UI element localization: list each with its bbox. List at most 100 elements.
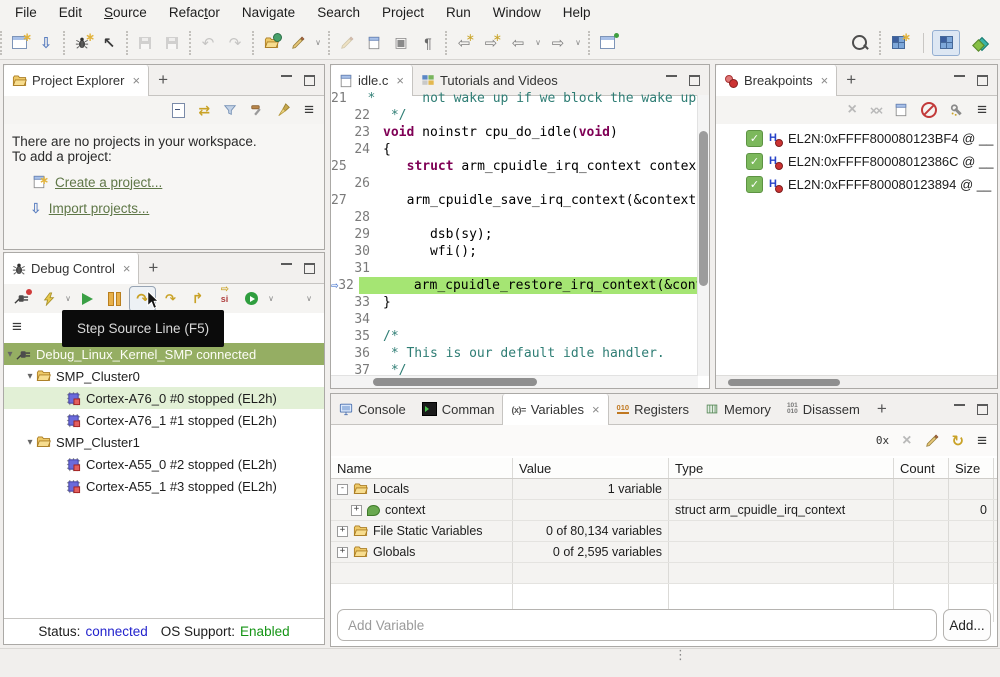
tab-comman[interactable]: Comman (414, 394, 503, 424)
code-line[interactable]: 26 (331, 175, 698, 192)
search-icon[interactable] (847, 31, 871, 55)
toggle-stepping-mode-icon[interactable]: si (212, 287, 237, 311)
table-row[interactable]: +contextstruct arm_cpuidle_irq_context0 (331, 500, 997, 521)
core-row[interactable]: Cortex-A55_0 #2 stopped (EL2h) (4, 453, 324, 475)
expander-icon[interactable]: - (337, 484, 348, 495)
code-line[interactable]: 22 */ (331, 107, 698, 124)
column-header-size[interactable]: Size (949, 458, 994, 478)
code-line[interactable]: 31 (331, 260, 698, 277)
editor-horizontal-scrollbar[interactable] (331, 375, 698, 388)
close-icon[interactable] (821, 73, 829, 88)
scroll-thumb[interactable] (373, 378, 537, 386)
show-block-icon[interactable] (389, 31, 413, 55)
code-line[interactable]: 33} (331, 294, 698, 311)
compare-icon[interactable] (362, 31, 386, 55)
build-icon[interactable] (250, 103, 264, 117)
view-menu-icon[interactable] (304, 100, 314, 120)
menu-navigate[interactable]: Navigate (231, 0, 306, 26)
close-icon[interactable] (396, 73, 404, 88)
step-out-icon[interactable] (185, 287, 210, 311)
column-header-count[interactable]: Count (894, 458, 949, 478)
breakpoint-row[interactable]: EL2N:0xFFFF800080123894 @ __ (716, 173, 997, 196)
new-debug-connection-icon[interactable] (70, 31, 94, 55)
menu-refactor[interactable]: Refactor (158, 0, 231, 26)
close-icon[interactable] (123, 261, 131, 276)
view-menu-icon[interactable] (977, 431, 987, 451)
link-with-editor-icon[interactable] (198, 102, 210, 119)
minimize-icon[interactable] (954, 404, 965, 409)
expander-icon[interactable]: + (337, 547, 348, 558)
new-view-tab-button[interactable] (149, 65, 177, 95)
perspective-cpp-button[interactable] (932, 30, 960, 56)
table-row[interactable]: -Locals1 variable (331, 479, 997, 500)
core-row[interactable]: Cortex-A76_0 #0 stopped (EL2h) (4, 387, 324, 409)
menu-run[interactable]: Run (435, 0, 482, 26)
enabled-checkbox-icon[interactable] (746, 153, 763, 170)
remove-all-breakpoints-icon[interactable] (870, 103, 881, 118)
code-line[interactable]: ⇨32 arm_cpuidle_restore_irq_context(&con… (331, 277, 698, 294)
connect-dropdown-icon[interactable] (63, 294, 73, 303)
enabled-checkbox-icon[interactable] (746, 176, 763, 193)
menu-edit[interactable]: Edit (48, 0, 93, 26)
add-variable-input[interactable] (337, 609, 937, 641)
minimize-icon[interactable] (281, 263, 292, 268)
scroll-thumb[interactable] (699, 131, 708, 286)
column-header-name[interactable]: Name (331, 458, 513, 478)
collapse-all-icon[interactable] (172, 103, 185, 118)
menu-project[interactable]: Project (371, 0, 435, 26)
maximize-icon[interactable] (304, 75, 315, 86)
tab-console[interactable]: Console (331, 394, 414, 424)
menu-search[interactable]: Search (306, 0, 371, 26)
tab-variables[interactable]: Variables (502, 394, 608, 425)
cluster-row[interactable]: ▾SMP_Cluster0 (4, 365, 324, 387)
new-view-tab-button[interactable] (139, 253, 167, 283)
code-line[interactable]: 34 (331, 311, 698, 328)
chevron-down-icon[interactable]: ▾ (4, 349, 16, 360)
redo-icon[interactable] (223, 31, 247, 55)
tab-project-explorer[interactable]: Project Explorer (4, 65, 149, 96)
import-projects-link[interactable]: Import projects... (49, 201, 150, 216)
create-project-link[interactable]: Create a project... (55, 175, 162, 190)
refresh-icon[interactable] (952, 432, 965, 450)
maximize-icon[interactable] (977, 404, 988, 415)
scroll-thumb[interactable] (728, 379, 840, 386)
continue-icon[interactable] (75, 287, 100, 311)
attach-target-icon[interactable] (97, 31, 121, 55)
add-variable-button[interactable]: Add... (943, 609, 991, 641)
source-code-area[interactable]: 21 * not wake up if we block the wake up… (331, 90, 698, 388)
core-row[interactable]: Cortex-A76_1 #1 stopped (EL2h) (4, 409, 324, 431)
disconnect-icon[interactable] (9, 287, 34, 311)
sash-handle-icon[interactable] (674, 651, 687, 659)
pause-icon[interactable] (102, 287, 127, 311)
format-paint-icon[interactable] (286, 31, 310, 55)
view-menu-icon[interactable] (977, 100, 987, 120)
step-over-icon[interactable] (158, 287, 183, 311)
open-resource-icon[interactable] (259, 31, 283, 55)
save-icon[interactable] (133, 31, 157, 55)
column-header-type[interactable]: Type (669, 458, 894, 478)
editor-vertical-scrollbar[interactable] (697, 95, 709, 376)
code-line[interactable]: 23void noinstr cpu_do_idle(void) (331, 124, 698, 141)
filter-icon[interactable] (223, 103, 237, 117)
connect-icon[interactable] (36, 287, 61, 311)
column-header-value[interactable]: Value (513, 458, 669, 478)
forward-history-icon[interactable] (573, 38, 583, 47)
save-all-icon[interactable] (160, 31, 184, 55)
run-dropdown-icon[interactable] (266, 294, 276, 303)
chevron-down-icon[interactable]: ▾ (24, 371, 36, 382)
forward-icon[interactable] (546, 31, 570, 55)
table-row[interactable]: +File Static Variables0 of 80,134 variab… (331, 521, 997, 542)
breakpoint-settings-icon[interactable] (950, 103, 964, 117)
toolbar-overflow-icon[interactable] (304, 294, 314, 303)
go-to-file-icon[interactable] (894, 103, 908, 117)
last-edit-location-icon[interactable] (452, 31, 476, 55)
tab-registers[interactable]: Registers (609, 394, 697, 424)
new-window-wizard-icon[interactable] (7, 31, 31, 55)
maximize-icon[interactable] (304, 263, 315, 274)
chevron-down-icon[interactable]: ▾ (24, 437, 36, 448)
undo-icon[interactable] (196, 31, 220, 55)
breakpoint-row[interactable]: EL2N:0xFFFF800080123BF4 @ __ (716, 127, 997, 150)
skip-all-breakpoints-icon[interactable] (921, 102, 937, 118)
code-line[interactable]: 36 * This is our default idle handler. (331, 345, 698, 362)
core-row[interactable]: Cortex-A55_1 #3 stopped (EL2h) (4, 475, 324, 497)
